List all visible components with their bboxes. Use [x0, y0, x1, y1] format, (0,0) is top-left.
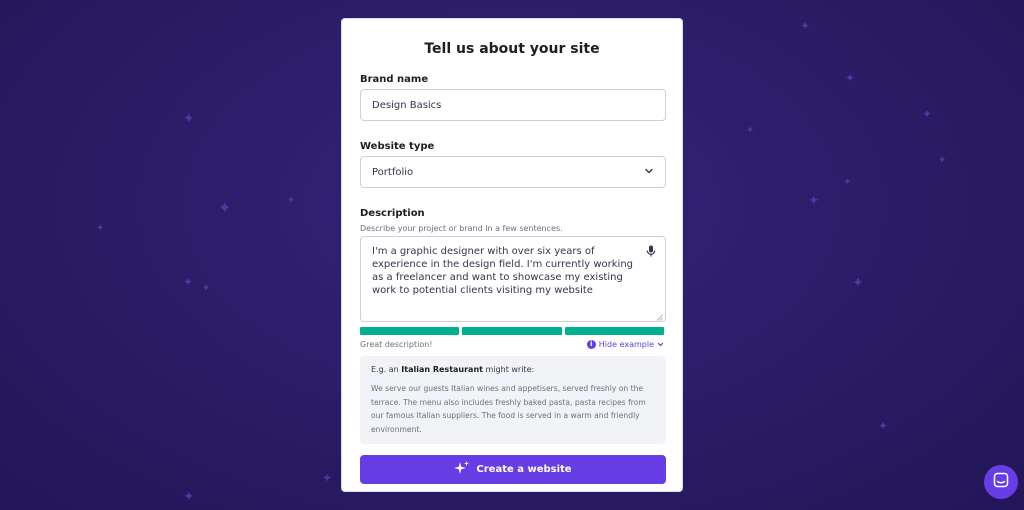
page-title: Tell us about your site [424, 41, 600, 57]
sparkle-decoration: ✦ [800, 19, 811, 33]
sparkle-decoration: ✦ [845, 71, 856, 85]
brand-name-value: Design Basics [372, 99, 442, 111]
sparkle-decoration: ✦ [202, 283, 211, 294]
chevron-down-icon [644, 166, 654, 179]
sparkle-decoration: ✦ [183, 489, 195, 505]
website-type-value: Portfolio [372, 166, 414, 178]
example-heading: E.g. an Italian Restaurant might write: [371, 365, 535, 374]
chat-button[interactable] [984, 465, 1018, 499]
sparkle-decoration: ✦ [183, 111, 195, 127]
sparkle-decoration: ✦ [878, 419, 889, 433]
site-setup-card: Tell us about your site Brand name Desig… [341, 18, 683, 492]
info-icon: i [586, 339, 596, 349]
microphone-icon[interactable] [643, 243, 659, 259]
sparkle-decoration: ✦ [218, 198, 232, 217]
sparkle-decoration: ✦ [852, 275, 864, 291]
description-value: I'm a graphic designer with over six yea… [372, 246, 634, 296]
strength-bar [462, 327, 562, 335]
hide-example-toggle[interactable]: i Hide example [586, 339, 664, 349]
example-business: Italian Restaurant [401, 365, 483, 374]
description-feedback: Great description! [360, 339, 433, 349]
sparkle-decoration: ✦ [746, 125, 755, 136]
website-type-label: Website type [360, 141, 435, 152]
sparkle-decoration: ✦ [322, 471, 333, 485]
sparkle-decoration: ✦ [808, 193, 820, 209]
brand-name-input[interactable]: Design Basics [360, 89, 666, 121]
description-hint: Describe your project or brand in a few … [360, 224, 563, 233]
sparkle-decoration: ✦ [938, 155, 947, 166]
create-website-label: Create a website [476, 464, 572, 475]
resize-handle[interactable] [656, 312, 663, 321]
sparkle-decoration: ✦ [922, 107, 933, 121]
sparkle-decoration: ✦ [96, 223, 105, 234]
website-type-select[interactable]: Portfolio [360, 156, 666, 188]
sparkle-decoration: ✦ [287, 195, 296, 206]
example-text: We serve our guests Italian wines and ap… [371, 384, 646, 434]
description-strength-meter [360, 327, 664, 335]
description-label: Description [360, 208, 425, 219]
chevron-down-icon [657, 342, 664, 346]
create-website-button[interactable]: Create a website [360, 455, 666, 484]
sparkle-decoration: ✦ [843, 177, 852, 188]
sparkle-decoration: ✦ [183, 275, 194, 289]
brand-name-label: Brand name [360, 74, 429, 85]
hide-example-label: Hide example [598, 339, 654, 349]
chat-icon [993, 472, 1009, 492]
strength-bar [360, 327, 460, 335]
strength-bar [564, 327, 664, 335]
description-feedback-row: Great description! i Hide example [360, 338, 664, 350]
sparkle-icon [454, 460, 470, 479]
example-box: E.g. an Italian Restaurant might write: … [360, 356, 666, 444]
description-textarea[interactable]: I'm a graphic designer with over six yea… [360, 236, 666, 322]
